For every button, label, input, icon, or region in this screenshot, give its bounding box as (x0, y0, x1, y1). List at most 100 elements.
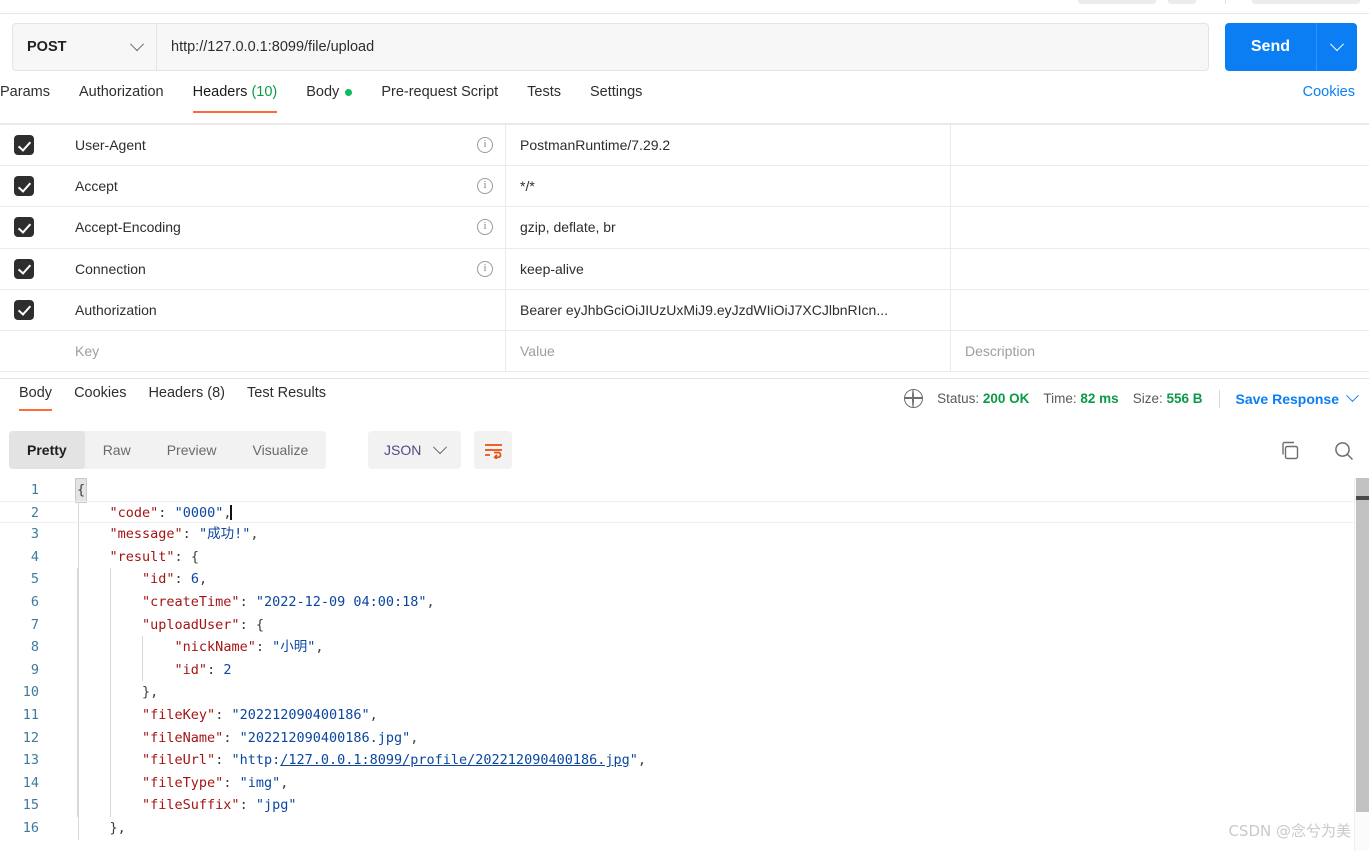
token-k: "uploadUser" (142, 616, 240, 633)
header-value-cell[interactable]: Bearer eyJhbGciOiJIUzUxMiJ9.eyJzdWIiOiJ7… (505, 288, 951, 331)
status-value: 200 OK (982, 391, 1030, 406)
line-number: 15 (22, 797, 39, 814)
header-enabled-checkbox[interactable] (14, 135, 34, 156)
header-description-cell[interactable] (950, 165, 1369, 208)
header-value-text: Bearer eyJhbGciOiJIUzUxMiJ9.eyJzdWIiOiJ7… (520, 301, 888, 318)
search-icon[interactable] (1333, 440, 1355, 462)
line-number: 12 (22, 729, 39, 746)
wrap-lines-button[interactable] (474, 431, 512, 469)
header-enabled-checkbox[interactable] (14, 217, 34, 238)
header-description-cell[interactable] (950, 288, 1369, 331)
indent-guide (78, 590, 79, 614)
new-header-value-input[interactable]: Value (505, 329, 951, 373)
info-icon[interactable]: i (477, 137, 493, 154)
copy-icon[interactable] (1279, 440, 1301, 462)
line-number: 8 (30, 639, 39, 656)
indent-guide (109, 590, 111, 614)
indent-guide (109, 749, 111, 772)
indent-guide (78, 613, 79, 637)
url-text: http://127.0.0.1:8099/file/upload (171, 39, 375, 55)
indent-guide (109, 613, 111, 637)
token-p: : (239, 797, 256, 814)
indent-guide (142, 658, 144, 682)
header-key-cell[interactable]: Accept-Encoding i (62, 206, 506, 249)
indent-guide (109, 726, 111, 750)
send-button-group: Send (1224, 23, 1357, 71)
token-p: , (369, 706, 378, 723)
response-body-toolbar: Pretty Raw Preview Visualize JSON (0, 424, 1369, 478)
token-p: , (150, 684, 159, 701)
info-icon[interactable]: i (477, 260, 493, 277)
view-mode-pretty[interactable]: Pretty (9, 431, 85, 469)
indent-guide (78, 501, 79, 523)
view-mode-visualize[interactable]: Visualize (235, 431, 327, 469)
editor-line: 7 "uploadUser": { (0, 613, 1369, 637)
header-enabled-checkbox[interactable] (14, 258, 34, 279)
view-mode-raw[interactable]: Raw (85, 431, 149, 469)
editor-line: 15 "fileSuffix": "jpg" (0, 794, 1369, 817)
header-value-cell[interactable]: */* (505, 165, 951, 208)
header-value-text: PostmanRuntime/7.29.2 (520, 137, 671, 154)
response-tab-test-results[interactable]: Test Results (247, 385, 326, 411)
response-actions (1279, 440, 1355, 462)
header-key-cell[interactable]: Authorization (62, 288, 506, 331)
row-enabled-cell (0, 206, 62, 249)
header-description-cell[interactable] (950, 206, 1369, 249)
response-body-editor[interactable]: 1{2 "code": "0000", 3 "message": "成功!", 4 … (0, 478, 1369, 851)
header-value-cell[interactable]: gzip, deflate, br (505, 206, 951, 249)
request-tab-bar: Cookies Params Authorization Headers (10) B… (0, 82, 1369, 124)
token-br: } (109, 819, 118, 836)
header-value-cell[interactable]: PostmanRuntime/7.29.2 (505, 123, 951, 167)
body-format-selector[interactable]: JSON (368, 431, 462, 469)
header-enabled-checkbox[interactable] (14, 299, 34, 320)
response-tab-cookies[interactable]: Cookies (74, 385, 126, 411)
indent-guide (78, 749, 79, 772)
new-header-key-input[interactable]: Key (62, 329, 506, 373)
header-key-cell[interactable]: User-Agent i (62, 123, 506, 167)
send-options-button[interactable] (1316, 23, 1357, 71)
editor-vertical-scrollbar[interactable] (1354, 478, 1369, 851)
header-key-cell[interactable]: Accept i (62, 165, 506, 208)
cookies-link[interactable]: Cookies (1303, 84, 1355, 100)
header-key-text: Connection (75, 260, 146, 277)
size-label: Size: (1132, 391, 1163, 406)
indent-guide (109, 636, 111, 659)
tab-label: Pre-request Script (381, 84, 499, 100)
response-tab-headers-8-[interactable]: Headers (8) (148, 385, 225, 411)
token-p: , (250, 526, 259, 543)
request-tab-authorization[interactable]: Authorization (79, 82, 164, 113)
indent-guide (109, 681, 111, 704)
status-badge[interactable]: Status: 200 OK (937, 391, 1029, 406)
token-p: : (255, 639, 273, 656)
header-value-cell[interactable]: keep-alive (505, 247, 951, 290)
line-code: "result": { (52, 549, 199, 565)
new-header-description-input[interactable]: Description (950, 329, 1369, 373)
row-enabled-cell-empty (0, 329, 62, 373)
request-tab-params[interactable]: Params (0, 82, 50, 113)
header-description-cell[interactable] (950, 123, 1369, 167)
view-mode-preview[interactable]: Preview (149, 431, 235, 469)
http-method-selector[interactable]: POST (12, 23, 156, 71)
table-row: Connection i keep-alive (0, 247, 1369, 290)
request-tab-tests[interactable]: Tests (527, 82, 561, 113)
chevron-down-icon (433, 440, 448, 455)
header-description-cell[interactable] (950, 247, 1369, 290)
tab-label: Headers (192, 84, 248, 100)
info-icon[interactable]: i (477, 178, 493, 195)
scrollbar-thumb[interactable] (1356, 478, 1369, 812)
line-number: 14 (22, 774, 39, 791)
line-number: 6 (30, 593, 39, 610)
send-button[interactable]: Send (1224, 23, 1316, 71)
request-tab-headers[interactable]: Headers (10) (192, 82, 277, 113)
save-response-button[interactable]: Save Response (1236, 389, 1359, 407)
url-input[interactable]: http://127.0.0.1:8099/file/upload (156, 23, 1209, 71)
header-key-cell[interactable]: Connection i (62, 247, 506, 290)
token-k: "fileUrl" (142, 752, 216, 769)
request-tab-settings[interactable]: Settings (590, 82, 642, 113)
header-enabled-checkbox[interactable] (14, 176, 34, 197)
response-tab-body[interactable]: Body (19, 385, 53, 411)
request-tab-body[interactable]: Body (306, 82, 353, 113)
info-icon[interactable]: i (477, 219, 493, 236)
line-number: 4 (30, 548, 39, 565)
request-tab-pre-request-script[interactable]: Pre-request Script (381, 82, 498, 113)
